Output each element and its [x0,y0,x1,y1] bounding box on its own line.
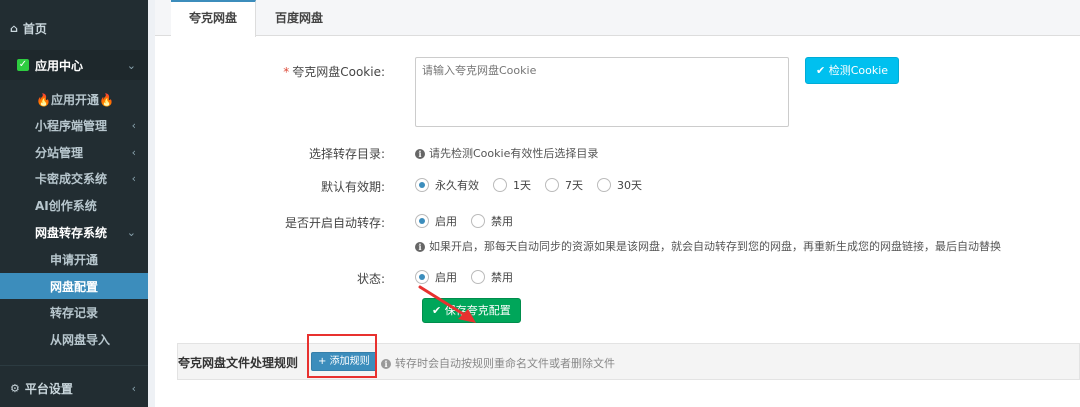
auto-transfer-label: 是否开启自动转存: [284,216,385,230]
sidebar-item-card-system[interactable]: 卡密成交系统 ‹ [0,165,148,191]
sidebar-divider [0,365,148,366]
cookie-input[interactable] [415,57,789,127]
radio-dot [471,214,485,228]
cookie-label-text: 夸克网盘Cookie: [292,65,385,79]
radio-dot [545,178,559,192]
radio-dot [415,214,429,228]
status-disable-radio[interactable]: 禁用 [471,269,513,285]
cookie-label: * 夸克网盘Cookie: [283,63,385,80]
dir-info: i 请先检测Cookie有效性后选择目录 [415,145,598,161]
sidebar-item-label: 从网盘导入 [50,332,111,347]
sidebar-item-label: 小程序端管理 [35,118,108,133]
tab-baidu[interactable]: 百度网盘 [257,0,341,36]
auto-transfer-radio-group: 启用 禁用 [415,213,527,229]
validity-permanent-radio[interactable]: 永久有效 [415,177,479,193]
radio-label: 禁用 [491,215,513,228]
validity-1day-radio[interactable]: 1天 [493,177,531,193]
rules-hint: i 转存时会自动按规则重命名文件或者删除文件 [381,355,615,371]
sidebar-item-label: 平台设置 [24,381,73,396]
chevron-down-icon: ⌄ [126,58,136,72]
sidebar-subitem-transfer-records[interactable]: 转存记录 [0,299,148,325]
sidebar-item-label: 转存记录 [50,305,99,320]
radio-label: 永久有效 [435,179,479,192]
auto-transfer-info: i 如果开启，那每天自动同步的资源如果是该网盘，就会自动转存到您的网盘，再重新生成… [415,238,1001,254]
radio-dot [493,178,507,192]
auto-info-text: 如果开启，那每天自动同步的资源如果是该网盘，就会自动转存到您的网盘，再重新生成您… [429,240,1001,253]
rules-title: 夸克网盘文件处理规则 [178,356,299,370]
red-arrow-annotation [418,285,476,323]
dir-info-text: 请先检测Cookie有效性后选择目录 [429,147,599,160]
status-label: 状态: [356,272,385,286]
auto-enable-radio[interactable]: 启用 [415,213,457,229]
sidebar-item-app-center[interactable]: ✓ 应用中心 ⌄ [0,50,148,80]
sidebar-item-label: 网盘转存系统 [35,225,108,240]
rules-hint-text: 转存时会自动按规则重命名文件或者删除文件 [395,357,615,370]
sidebar-item-label: AI创作系统 [35,198,97,213]
sidebar-item-label: 🔥应用开通🔥 [36,92,114,107]
radio-dot [597,178,611,192]
auto-disable-radio[interactable]: 禁用 [471,213,513,229]
dir-label: 选择转存目录: [308,147,385,161]
radio-label: 7天 [565,179,583,192]
sidebar-item-label: 申请开通 [50,252,99,267]
tab-quark[interactable]: 夸克网盘 [171,0,257,37]
sidebar-item-ai[interactable]: AI创作系统 [0,192,148,218]
sidebar-item-platform-settings[interactable]: ⚙ 平台设置 ‹ [0,375,148,401]
radio-dot [415,270,429,284]
info-icon: i [381,359,391,369]
status-enable-radio[interactable]: 启用 [415,269,457,285]
validity-7day-radio[interactable]: 7天 [545,177,583,193]
validity-30day-radio[interactable]: 30天 [597,177,642,193]
check-cookie-label: 检测Cookie [828,64,889,77]
sidebar-item-label: 网盘配置 [50,279,99,294]
status-radio-group: 启用 禁用 [415,269,527,285]
validity-radio-group: 永久有效 1天 7天 30天 [415,177,656,193]
sidebar-item-netdisk[interactable]: 网盘转存系统 ⌄ [0,219,148,245]
check-cookie-button[interactable]: ✔ 检测Cookie [805,57,900,84]
radio-label: 禁用 [491,271,513,284]
sidebar-subitem-netdisk-config[interactable]: 网盘配置 [0,273,148,299]
highlight-box [307,334,377,378]
sidebar-item-home[interactable]: ⌂ 首页 [0,14,148,42]
sidebar: ⌂ 首页 ✓ 应用中心 ⌄ 🔥应用开通🔥 小程序端管理 ‹ 分站管理 ‹ 卡密成… [0,0,148,407]
gear-icon: ⚙ [10,381,20,395]
home-icon: ⌂ [10,21,18,35]
chevron-left-icon: ‹ [131,118,136,132]
radio-label: 30天 [617,179,642,192]
info-icon: i [415,149,425,159]
main-content: 夸克网盘 百度网盘 *夸克网盘Cookie: ✔ 检测Cookie 选择转存目录… [155,0,1080,407]
info-icon: i [415,242,425,252]
sidebar-subitem-import[interactable]: 从网盘导入 [0,326,148,352]
sidebar-item-label: 应用中心 [35,58,84,73]
radio-label: 启用 [435,215,457,228]
chevron-down-icon: ⌄ [126,225,136,239]
chevron-left-icon: ‹ [131,381,136,395]
validity-label: 默认有效期: [320,180,385,194]
chevron-left-icon: ‹ [131,171,136,185]
chevron-left-icon: ‹ [131,145,136,159]
radio-label: 1天 [513,179,531,192]
check-icon: ✓ [17,59,29,71]
radio-label: 启用 [435,271,457,284]
check-circle-icon: ✔ [816,64,826,77]
sidebar-item-app-open[interactable]: 🔥应用开通🔥 [0,86,148,112]
radio-dot [471,270,485,284]
sidebar-subitem-apply[interactable]: 申请开通 [0,246,148,272]
tab-bar: 夸克网盘 百度网盘 [155,0,1080,37]
required-marker: * [283,65,290,79]
sidebar-item-miniprogram[interactable]: 小程序端管理 ‹ [0,112,148,138]
radio-dot [415,178,429,192]
sidebar-item-label: 首页 [22,21,47,36]
sidebar-item-label: 卡密成交系统 [35,171,108,186]
sidebar-item-substation[interactable]: 分站管理 ‹ [0,139,148,165]
sidebar-item-label: 分站管理 [35,145,84,160]
